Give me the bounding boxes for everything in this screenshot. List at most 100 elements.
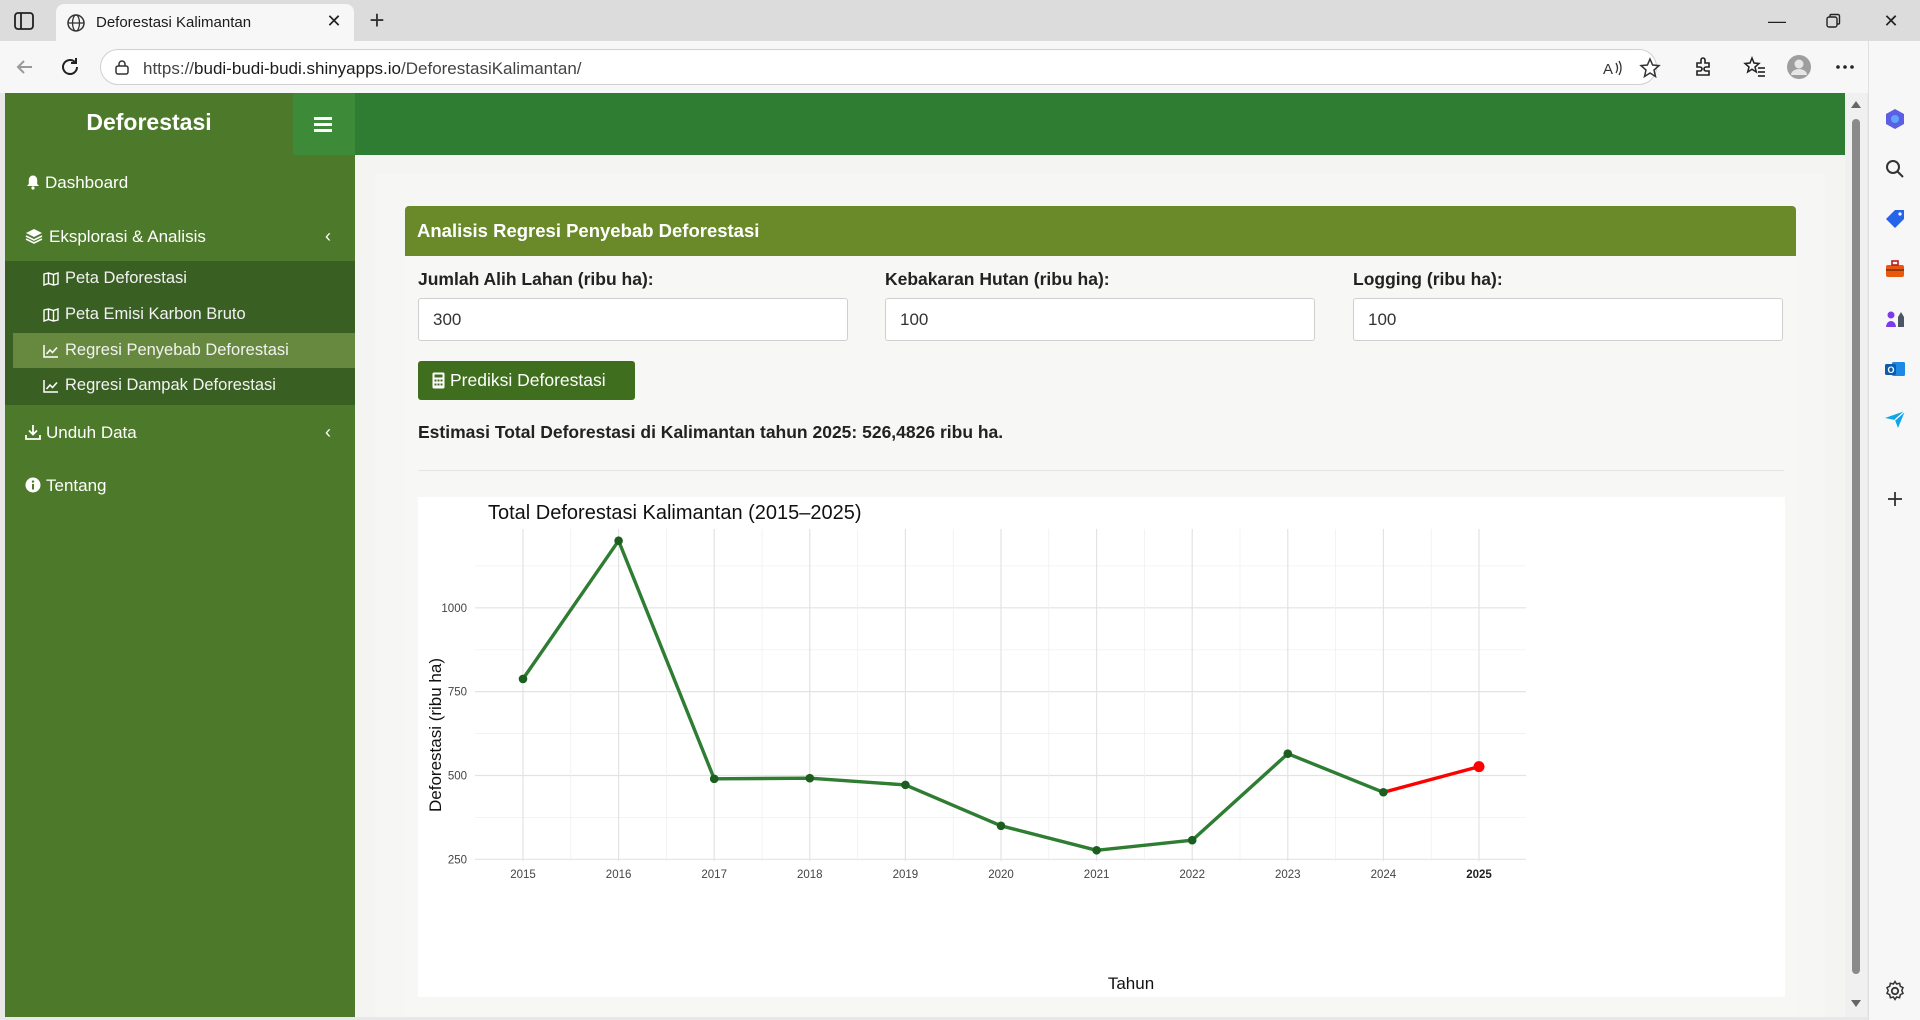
logging-input[interactable]: 100 [1353, 298, 1783, 341]
layers-icon [25, 228, 43, 244]
data-point [1092, 845, 1101, 855]
data-point [901, 780, 910, 790]
restore-icon[interactable] [1818, 8, 1848, 34]
minimize-icon[interactable]: — [1762, 8, 1792, 34]
search-icon[interactable] [1883, 157, 1907, 181]
settings-gear-icon[interactable] [1883, 979, 1907, 1003]
tab-actions-icon[interactable] [12, 9, 36, 33]
chart-tick-labels: 250 500 750 1000 2015 2016 2017 2018 2019 2020 202… [441, 603, 1492, 881]
read-aloud-icon[interactable]: A [1601, 57, 1623, 79]
kebakaran-input[interactable]: 100 [885, 298, 1315, 341]
sidebar-item-regresi-dampak[interactable]: Regresi Dampak Deforestasi [13, 368, 355, 403]
back-icon[interactable] [12, 54, 38, 80]
site-info-icon[interactable] [113, 58, 131, 76]
x-tick-label: 2019 [893, 869, 919, 881]
predict-button-label: Prediksi Deforestasi [450, 370, 606, 390]
divider [418, 470, 1784, 471]
panel-header: Analisis Regresi Penyebab Deforestasi [405, 206, 1796, 256]
predict-button[interactable]: Prediksi Deforestasi [418, 361, 635, 400]
close-window-icon[interactable]: ✕ [1876, 8, 1906, 34]
sidebar-item-regresi-penyebab[interactable]: Regresi Penyebab Deforestasi [13, 333, 355, 368]
chevron-left-icon: ‹ [325, 226, 331, 246]
x-tick-label: 2015 [510, 869, 536, 881]
scrollbar-thumb[interactable] [1852, 119, 1860, 974]
sidebar-item-eksplorasi[interactable]: Eksplorasi & Analisis ‹ [5, 215, 355, 259]
close-tab-icon[interactable]: ✕ [324, 12, 344, 32]
reload-icon[interactable] [57, 54, 83, 80]
map-icon [43, 272, 59, 286]
hamburger-icon [314, 117, 332, 120]
add-sidebar-app-icon[interactable] [1883, 487, 1907, 511]
url-bar[interactable]: https://budi-budi-budi.shinyapps.io/Defo… [100, 49, 1661, 85]
edge-sidebar: O [1868, 41, 1920, 1020]
sidebar-item-dashboard[interactable]: Dashboard [5, 161, 355, 205]
sidebar-item-peta-deforestasi[interactable]: Peta Deforestasi [13, 261, 355, 296]
tab-title: Deforestasi Kalimantan [96, 14, 252, 31]
favorite-star-icon[interactable] [1639, 57, 1661, 79]
scroll-up-icon[interactable] [1851, 101, 1861, 108]
line-chart-icon [43, 344, 59, 358]
profile-avatar-icon[interactable] [1786, 54, 1812, 80]
sidebar-toggle-button[interactable] [293, 93, 355, 155]
map-icon [43, 308, 59, 322]
info-icon [25, 477, 41, 493]
copilot-sidebar-icon[interactable] [1883, 107, 1907, 131]
address-toolbar: https://budi-budi-budi.shinyapps.io/Defo… [0, 41, 1920, 93]
x-tick-label: 2018 [797, 869, 823, 881]
svg-text:O: O [1888, 365, 1895, 375]
data-point [518, 674, 528, 684]
send-drop-icon[interactable] [1883, 407, 1907, 431]
sidebar-item-peta-emisi[interactable]: Peta Emisi Karbon Bruto [13, 297, 355, 332]
x-tick-label: 2025 [1466, 869, 1492, 881]
new-tab-icon[interactable]: + [364, 7, 390, 34]
sidebar-item-label: Dashboard [45, 173, 129, 192]
outlook-icon[interactable]: O [1883, 357, 1907, 381]
sidebar-item-unduh[interactable]: Unduh Data ‹ [5, 411, 355, 455]
more-options-icon[interactable] [1832, 54, 1858, 80]
x-tick-label: 2023 [1275, 869, 1301, 881]
chart-svg: Total Deforestasi Kalimantan (2015–2025)… [426, 502, 1526, 993]
y-tick-label: 750 [448, 687, 467, 699]
sidebar-item-label: Regresi Dampak Deforestasi [65, 376, 276, 394]
sidebar-item-label: Unduh Data [46, 423, 137, 442]
x-tick-label: 2021 [1084, 869, 1110, 881]
brand-title: Deforestasi [86, 109, 212, 135]
hamburger-icon [314, 123, 332, 126]
page-scrollbar[interactable] [1845, 93, 1867, 1017]
download-icon [25, 424, 41, 440]
sidebar-item-label: Peta Deforestasi [65, 269, 187, 287]
sidebar-item-label: Tentang [46, 476, 107, 495]
chart-title: Total Deforestasi Kalimantan (2015–2025) [488, 502, 862, 524]
sidebar-item-label: Peta Emisi Karbon Bruto [65, 305, 246, 323]
deforestation-chart: Total Deforestasi Kalimantan (2015–2025)… [418, 497, 1785, 997]
globe-icon [66, 13, 86, 33]
y-tick-label: 1000 [441, 603, 467, 615]
favorites-icon[interactable] [1742, 54, 1768, 80]
alih-lahan-input[interactable]: 300 [418, 298, 848, 341]
sidebar-item-label: Eksplorasi & Analisis [49, 227, 206, 246]
prediction-result: Estimasi Total Deforestasi di Kalimantan… [418, 422, 1004, 442]
chart-y-axis-label: Deforestasi (ribu ha) [426, 658, 445, 812]
svg-text:A: A [1603, 61, 1613, 78]
scroll-down-icon[interactable] [1851, 1000, 1861, 1007]
data-point [1187, 835, 1197, 845]
sidebar-submenu: Peta Deforestasi Peta Emisi Karbon Bruto… [5, 261, 355, 405]
tools-briefcase-icon[interactable] [1883, 257, 1907, 281]
app-brand: Deforestasi [5, 93, 293, 155]
sidebar-item-tentang[interactable]: Tentang [5, 464, 355, 508]
games-chess-icon[interactable] [1883, 307, 1907, 331]
x-tick-label: 2016 [606, 869, 632, 881]
app-navbar [293, 93, 1845, 155]
line-chart-icon [43, 379, 59, 393]
y-tick-label: 250 [448, 854, 467, 866]
calculator-icon [432, 372, 445, 389]
extensions-icon[interactable] [1690, 54, 1716, 80]
x-tick-label: 2020 [988, 869, 1014, 881]
shopping-tag-icon[interactable] [1883, 207, 1907, 231]
data-point [805, 773, 815, 783]
sidebar-item-label: Regresi Penyebab Deforestasi [65, 341, 289, 359]
browser-tab[interactable]: Deforestasi Kalimantan ✕ [56, 4, 354, 41]
y-tick-label: 500 [448, 770, 467, 782]
data-point [614, 536, 623, 546]
x-tick-label: 2017 [701, 869, 727, 881]
